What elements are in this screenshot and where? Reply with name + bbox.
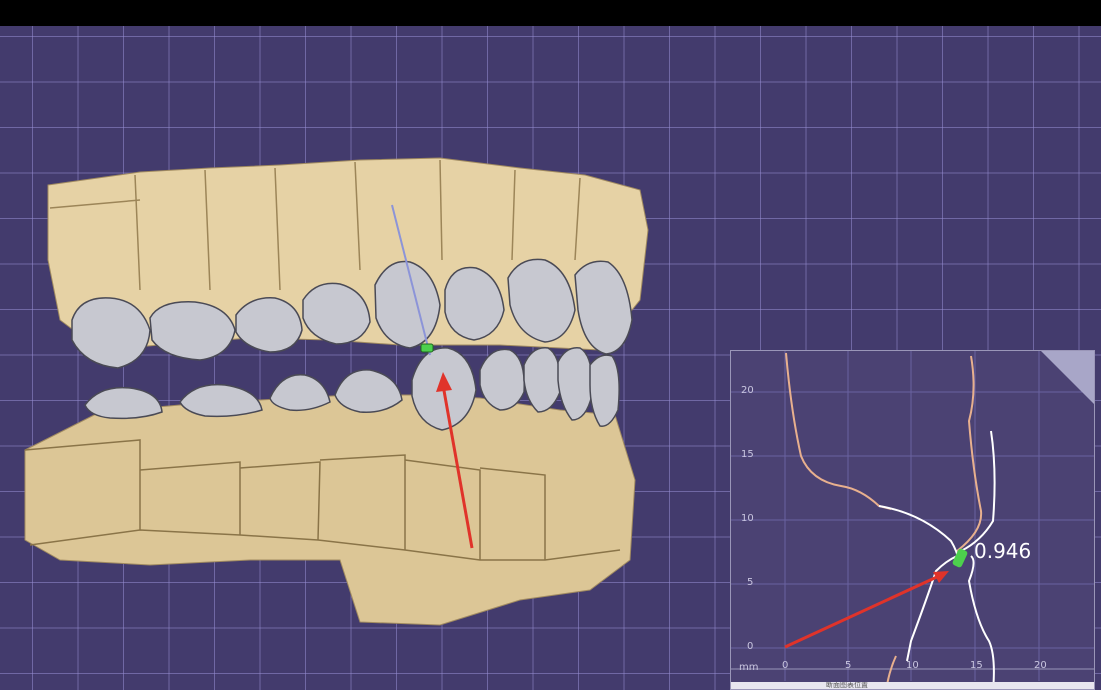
x-tick-20: 20 xyxy=(1034,660,1047,671)
section-footer-bar: 断面图表位置 xyxy=(731,682,1094,689)
x-tick-5: 5 xyxy=(845,660,852,671)
y-tick-5: 5 xyxy=(747,577,754,588)
contact-distance-value: 0.946 xyxy=(974,539,1032,563)
x-tick-0: 0 xyxy=(782,660,789,671)
x-tick-10: 10 xyxy=(906,660,919,671)
top-toolbar xyxy=(0,0,1101,26)
unit-label: mm xyxy=(739,662,759,673)
upper-profile-curve xyxy=(785,352,983,552)
lower-gingiva xyxy=(24,394,636,626)
x-tick-15: 15 xyxy=(970,660,983,671)
y-tick-10: 10 xyxy=(741,513,754,524)
contact-marker[interactable] xyxy=(420,343,434,353)
panel-corner-handle[interactable] xyxy=(1041,351,1095,406)
y-tick-0: 0 xyxy=(747,641,754,652)
section-footer-label: 断面图表位置 xyxy=(826,682,868,689)
section-arrow-line xyxy=(784,574,940,649)
y-tick-20: 20 xyxy=(741,385,754,396)
y-tick-15: 15 xyxy=(741,449,754,460)
cross-section-panel[interactable]: 20 15 10 5 0 mm 0 5 10 15 20 0.946 断面图表位… xyxy=(730,350,1095,690)
cross-section-plot xyxy=(731,351,1095,689)
